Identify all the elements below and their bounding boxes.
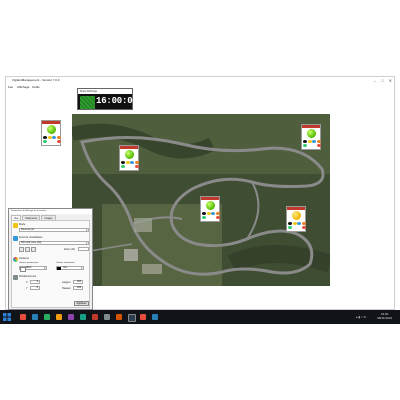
title-bar: VigilantManagement - Version 7.0.3 – □ ✕	[6, 77, 394, 85]
taskbar-date: 08/11/2019	[377, 316, 392, 320]
dialog-body: Mode Mode de jour Fond de visualisation …	[11, 220, 90, 308]
taskbar-app-icon[interactable]	[116, 314, 122, 320]
menu-fen[interactable]: Fen	[8, 85, 13, 89]
taskbar-app-icon[interactable]	[32, 314, 38, 320]
status-light-icon	[125, 150, 134, 159]
fond-select[interactable]: Microsoft carte (sat)	[19, 241, 89, 245]
dialog-title: Paramètres d'affichage de la fenêtre	[9, 209, 92, 214]
taskbar-app-icon[interactable]	[152, 314, 158, 320]
taskbar-clock[interactable]: 16:00 08/11/2019	[377, 312, 392, 320]
sun-icon	[13, 223, 18, 228]
arriere-plan-label: Couleur arrière-plan	[56, 262, 75, 264]
mode-label: Mode	[19, 223, 26, 226]
marker-indicators	[121, 161, 139, 168]
menu-bar: Fen Affichage Outils	[6, 85, 394, 90]
hauteur-input[interactable]: 100	[73, 286, 83, 290]
track-marker[interactable]	[301, 124, 321, 150]
clock-title: Mode Affichage	[78, 89, 132, 94]
palette-icon	[13, 257, 18, 262]
hauteur-label: Hauteur	[62, 287, 71, 290]
clock-time: 16:00:04	[96, 96, 138, 106]
close-button[interactable]: ✕	[389, 77, 392, 85]
track-marker[interactable]	[200, 196, 220, 222]
taskbar-app-icon[interactable]	[92, 314, 98, 320]
zoom-in-button[interactable]	[19, 247, 24, 252]
taskbar-app-icon[interactable]	[128, 314, 136, 322]
taskbar: ▴ ▮ ◖ ✉ 16:00 08/11/2019	[0, 310, 400, 324]
marker-indicators	[202, 212, 220, 219]
taskbar-app-icon[interactable]	[44, 314, 50, 320]
menu-outils[interactable]: Outils	[32, 85, 40, 89]
taskbar-app-icon[interactable]	[104, 314, 110, 320]
minimize-button[interactable]: –	[374, 77, 376, 85]
zoom-fit-button[interactable]	[31, 247, 36, 252]
window-title: VigilantManagement - Version 7.0.3	[12, 78, 60, 82]
couleurs-label: Couleurs	[19, 257, 30, 260]
black-swatch	[57, 266, 61, 270]
zoom-out-button[interactable]	[25, 247, 30, 252]
taskbar-app-icon[interactable]	[68, 314, 74, 320]
display-settings-dialog: Paramètres d'affichage de la fenêtre Vue…	[8, 208, 93, 310]
x-input[interactable]: 0	[30, 280, 40, 284]
mode-select[interactable]: Mode de jour	[19, 228, 89, 232]
taskbar-app-icon[interactable]	[56, 314, 62, 320]
marker-indicators	[288, 222, 306, 229]
window-controls: – □ ✕	[374, 77, 392, 85]
zoom-label: Zoom (%)	[64, 248, 75, 251]
taskbar-app-icon[interactable]	[20, 314, 26, 320]
y-input[interactable]: 0	[30, 286, 40, 290]
y-label: Y	[26, 287, 28, 290]
largeur-label: Largeur	[62, 281, 71, 284]
status-light-icon	[292, 211, 301, 220]
taskbar-app-icon[interactable]	[80, 314, 86, 320]
green-flag-icon	[80, 96, 95, 109]
system-tray-icons[interactable]: ▴ ▮ ◖ ✉	[356, 315, 366, 319]
marker-indicators	[303, 140, 321, 147]
status-light-icon	[47, 125, 56, 134]
positionnement-label: Positionnement	[19, 275, 37, 278]
marker-indicators	[43, 136, 61, 143]
track-marker[interactable]	[41, 120, 61, 146]
map-icon	[13, 236, 18, 241]
race-clock[interactable]: Mode Affichage 16:00:04	[77, 88, 138, 110]
largeur-input[interactable]: 100	[73, 280, 83, 284]
status-light-icon	[206, 201, 215, 210]
windows-start-icon[interactable]	[3, 313, 11, 321]
apply-button[interactable]: Appliquer	[74, 301, 89, 306]
position-icon	[13, 275, 18, 280]
track-marker[interactable]	[119, 145, 139, 171]
menu-affichage[interactable]: Affichage	[17, 85, 29, 89]
white-swatch	[20, 266, 26, 272]
track-marker[interactable]	[286, 206, 306, 232]
status-light-icon	[307, 129, 316, 138]
x-label: X	[26, 281, 28, 284]
taskbar-app-icon[interactable]	[140, 314, 146, 320]
zoom-input[interactable]	[78, 247, 89, 251]
fond-label: Fond de visualisation	[19, 236, 43, 239]
maximize-button[interactable]: □	[381, 77, 383, 85]
premier-plan-label: Couleur premier plan	[19, 262, 39, 264]
